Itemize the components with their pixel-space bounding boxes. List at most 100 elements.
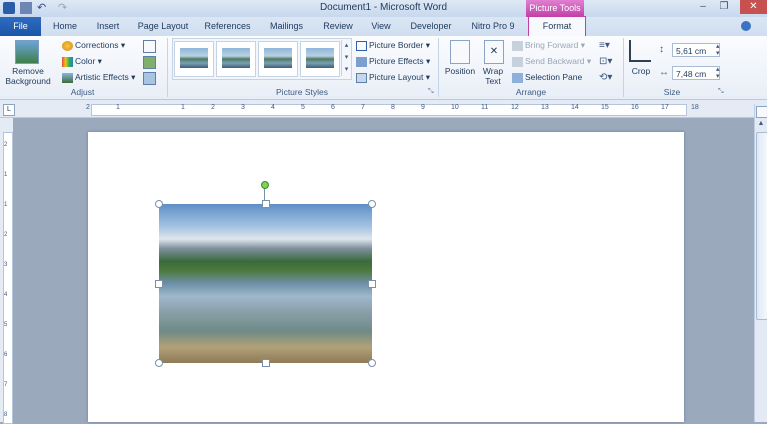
tab-format[interactable]: Format (528, 16, 586, 36)
picture-layout-button[interactable]: Picture Layout ▾ (356, 72, 430, 83)
ruler-number: 2 (86, 104, 90, 111)
arrange-group-label: Arrange (515, 87, 547, 97)
tab-references[interactable]: References (200, 17, 255, 36)
ruler-number: 15 (601, 104, 609, 111)
ruler-number: 2 (4, 142, 8, 148)
ruler-number: 3 (4, 262, 8, 268)
width-spinner[interactable]: ▴ ▾ (716, 66, 720, 80)
resize-handle-bottom-right[interactable] (368, 359, 376, 367)
resize-handle-bottom[interactable] (262, 359, 270, 367)
ruler-number: 2 (211, 104, 215, 111)
minimize-button[interactable]: – (693, 0, 713, 14)
size-group-label: Size (663, 87, 681, 97)
ruler-number: 18 (691, 104, 699, 111)
resize-handle-left[interactable] (155, 280, 163, 288)
width-input[interactable]: 7,48 cm (672, 66, 720, 80)
selection-pane-icon (512, 72, 523, 83)
tab-developer[interactable]: Developer (405, 17, 457, 36)
resize-handle-top[interactable] (262, 200, 270, 208)
compress-pictures-icon[interactable] (143, 40, 156, 53)
help-icon[interactable] (741, 21, 751, 31)
ruler-number: 6 (4, 352, 8, 358)
ruler-number: 17 (661, 104, 669, 111)
align-icon[interactable]: ≡▾ (599, 40, 610, 51)
send-backward-button[interactable]: Send Backward ▾ (512, 56, 591, 67)
ruler-number: 4 (271, 104, 275, 111)
resize-handle-top-right[interactable] (368, 200, 376, 208)
picture-style-3[interactable] (258, 41, 298, 77)
ruler-number: 16 (631, 104, 639, 111)
bring-forward-button[interactable]: Bring Forward ▾ (512, 40, 585, 51)
send-backward-icon (512, 56, 523, 67)
ruler-number: 6 (331, 104, 335, 111)
shape-width-icon: ↔ (659, 67, 669, 78)
wrap-text-button[interactable]: Wrap Text (480, 66, 506, 86)
tab-review[interactable]: Review (318, 17, 358, 36)
picture-border-button[interactable]: Picture Border ▾ (356, 40, 430, 51)
scroll-up-icon[interactable]: ▲ (756, 120, 766, 128)
wrap-text-icon[interactable]: ✕ (484, 40, 504, 64)
picture-layout-icon (356, 72, 367, 83)
ruler-number: 14 (571, 104, 579, 111)
picture-effects-label: Picture Effects (369, 56, 424, 66)
rotation-handle[interactable] (261, 181, 269, 189)
ruler-number: 4 (4, 292, 8, 298)
tab-insert[interactable]: Insert (90, 17, 126, 36)
tab-nitro-pro[interactable]: Nitro Pro 9 (465, 17, 521, 36)
tab-file[interactable]: File (0, 17, 41, 36)
picture-style-2[interactable] (216, 41, 256, 77)
ruler-number: 13 (541, 104, 549, 111)
picture-style-1[interactable] (174, 41, 214, 77)
picture-layout-label: Picture Layout (369, 72, 424, 82)
picture-effects-button[interactable]: Picture Effects ▾ (356, 56, 430, 67)
vertical-ruler-numbers: 2 1 1 2 3 4 5 6 7 8 (3, 132, 11, 422)
reset-picture-icon[interactable] (143, 72, 156, 85)
send-backward-label: Send Backward (525, 56, 585, 66)
color-button[interactable]: Color ▾ (62, 56, 102, 67)
color-label: Color (75, 56, 96, 66)
ruler-number: 8 (391, 104, 395, 111)
height-spinner[interactable]: ▴ ▾ (716, 43, 720, 57)
ruler-number: 1 (4, 202, 8, 208)
size-dialog-launcher-icon[interactable]: ⤡ (718, 88, 724, 96)
crop-icon[interactable] (629, 40, 651, 62)
tab-view[interactable]: View (366, 17, 396, 36)
resize-handle-right[interactable] (368, 280, 376, 288)
ruler-number: 2 (4, 232, 8, 238)
color-icon (62, 56, 73, 67)
corrections-label: Corrections (75, 40, 119, 50)
picture-border-icon (356, 40, 367, 51)
bring-forward-icon (512, 40, 523, 51)
corrections-button[interactable]: Corrections ▾ (62, 40, 125, 51)
group-icon[interactable]: ⊡▾ (599, 56, 612, 67)
rotate-icon[interactable]: ⟲▾ (599, 72, 612, 83)
resize-handle-top-left[interactable] (155, 200, 163, 208)
tab-selector-icon[interactable]: L (3, 104, 15, 116)
remove-background-icon[interactable] (15, 40, 39, 64)
ruler-number: 12 (511, 104, 519, 111)
position-icon[interactable] (450, 40, 470, 64)
restore-button[interactable]: ❐ (714, 0, 734, 14)
scrollbar-thumb[interactable] (756, 132, 767, 320)
tab-mailings[interactable]: Mailings (263, 17, 310, 36)
change-picture-icon[interactable] (143, 56, 156, 69)
selection-pane-label: Selection Pane (525, 72, 583, 82)
close-button[interactable]: ✕ (740, 0, 767, 14)
tab-page-layout[interactable]: Page Layout (134, 17, 192, 36)
shape-height-icon: ↕ (659, 44, 664, 55)
selection-pane-button[interactable]: Selection Pane (512, 72, 582, 83)
artistic-effects-button[interactable]: Artistic Effects ▾ (62, 72, 135, 83)
inserted-picture[interactable] (159, 204, 372, 363)
picture-style-4[interactable] (300, 41, 340, 77)
crop-button[interactable]: Crop (629, 66, 653, 76)
position-button[interactable]: Position (443, 66, 477, 76)
view-ruler-icon[interactable] (756, 106, 767, 118)
ruler-number: 7 (361, 104, 365, 111)
tab-home[interactable]: Home (47, 17, 83, 36)
artistic-effects-label: Artistic Effects (75, 72, 129, 82)
picture-styles-dialog-launcher-icon[interactable]: ⤡ (428, 88, 434, 96)
height-input[interactable]: 5,61 cm (672, 43, 720, 57)
resize-handle-bottom-left[interactable] (155, 359, 163, 367)
remove-background-button[interactable]: Remove Background (2, 66, 54, 86)
gallery-scroll-buttons[interactable]: ▴ ▾ ▾ (341, 40, 351, 76)
